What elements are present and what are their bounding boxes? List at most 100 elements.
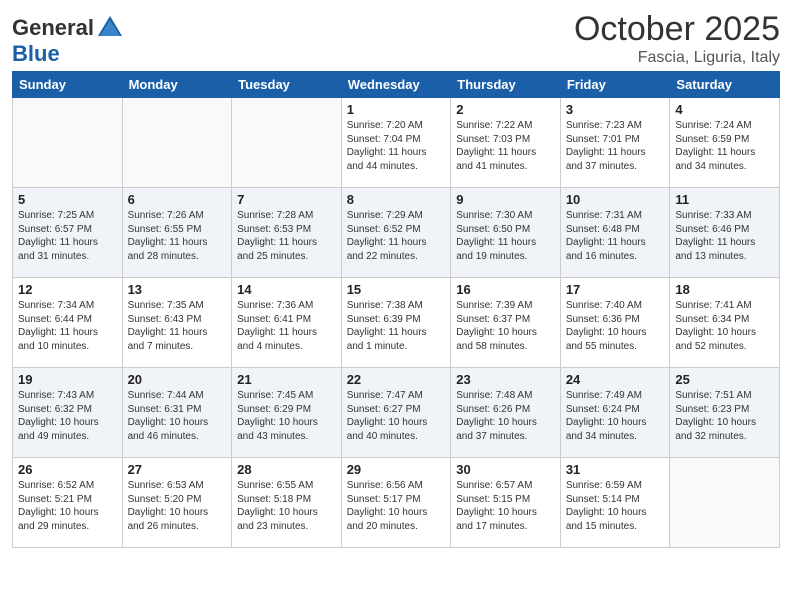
day-number: 16 — [456, 282, 555, 297]
calendar-cell: 6 Sunrise: 7:26 AM Sunset: 6:55 PM Daylig… — [122, 188, 232, 278]
calendar-cell: 11 Sunrise: 7:33 AM Sunset: 6:46 PM Dayli… — [670, 188, 780, 278]
day-info: Sunrise: 7:51 AM Sunset: 6:23 PM Dayligh… — [675, 389, 774, 443]
calendar-cell: 24 Sunrise: 7:49 AM Sunset: 6:24 PM Dayli… — [560, 368, 670, 458]
day-number: 21 — [237, 372, 336, 387]
day-number: 25 — [675, 372, 774, 387]
day-number: 24 — [566, 372, 665, 387]
day-number: 4 — [675, 102, 774, 117]
day-number: 15 — [347, 282, 446, 297]
calendar-cell: 8Sunrise: 7:29 AM Sunset: 6:52 PM Daylig… — [341, 188, 451, 278]
calendar-week-1: 1 Sunrise: 7:20 AM Sunset: 7:04 PM Daylig… — [13, 98, 780, 188]
day-info: Sunrise: 6:56 AM Sunset: 5:17 PM Dayligh… — [347, 479, 446, 533]
calendar-cell: 19 Sunrise: 7:43 AM Sunset: 6:32 PM Dayli… — [13, 368, 123, 458]
day-number: 29 — [347, 462, 446, 477]
calendar-cell: 15 Sunrise: 7:38 AM Sunset: 6:39 PM Dayli… — [341, 278, 451, 368]
day-info: Sunrise: 7:25 AM Sunset: 6:57 PM Dayligh… — [18, 209, 117, 263]
day-info: Sunrise: 7:48 AM Sunset: 6:26 PM Dayligh… — [456, 389, 555, 443]
logo-blue-text: Blue — [12, 42, 124, 66]
calendar-cell: 14 Sunrise: 7:36 AM Sunset: 6:41 PM Dayli… — [232, 278, 342, 368]
calendar-week-4: 19 Sunrise: 7:43 AM Sunset: 6:32 PM Dayli… — [13, 368, 780, 458]
day-info: Sunrise: 7:45 AM Sunset: 6:29 PM Dayligh… — [237, 389, 336, 443]
calendar-cell: 26 Sunrise: 6:52 AM Sunset: 5:21 PM Dayli… — [13, 458, 123, 548]
day-info: Sunrise: 7:20 AM Sunset: 7:04 PM Dayligh… — [347, 119, 446, 173]
calendar-cell: 1 Sunrise: 7:20 AM Sunset: 7:04 PM Daylig… — [341, 98, 451, 188]
day-info: Sunrise: 7:44 AM Sunset: 6:31 PM Dayligh… — [128, 389, 227, 443]
calendar-table: Sunday Monday Tuesday Wednesday Thursday… — [12, 71, 780, 548]
calendar-week-2: 5 Sunrise: 7:25 AM Sunset: 6:57 PM Daylig… — [13, 188, 780, 278]
calendar-cell — [122, 98, 232, 188]
day-info: Sunrise: 7:28 AM Sunset: 6:53 PM Dayligh… — [237, 209, 336, 263]
calendar-cell: 4 Sunrise: 7:24 AM Sunset: 6:59 PM Daylig… — [670, 98, 780, 188]
calendar-cell: 30 Sunrise: 6:57 AM Sunset: 5:15 PM Dayli… — [451, 458, 561, 548]
calendar-cell: 13 Sunrise: 7:35 AM Sunset: 6:43 PM Dayli… — [122, 278, 232, 368]
day-number: 17 — [566, 282, 665, 297]
day-info: Sunrise: 7:23 AM Sunset: 7:01 PM Dayligh… — [566, 119, 665, 173]
day-info: Sunrise: 6:59 AM Sunset: 5:14 PM Dayligh… — [566, 479, 665, 533]
day-number: 13 — [128, 282, 227, 297]
day-info: Sunrise: 7:43 AM Sunset: 6:32 PM Dayligh… — [18, 389, 117, 443]
day-number: 22 — [347, 372, 446, 387]
calendar-cell: 21 Sunrise: 7:45 AM Sunset: 6:29 PM Dayli… — [232, 368, 342, 458]
calendar-cell — [232, 98, 342, 188]
header: General Blue October 2025 Fascia, Liguri… — [12, 10, 780, 67]
day-number: 11 — [675, 192, 774, 207]
header-thursday: Thursday — [451, 72, 561, 98]
month-title: October 2025 — [574, 10, 780, 49]
calendar-cell: 28Sunrise: 6:55 AM Sunset: 5:18 PM Dayli… — [232, 458, 342, 548]
day-number: 31 — [566, 462, 665, 477]
calendar-cell — [13, 98, 123, 188]
day-info: Sunrise: 7:38 AM Sunset: 6:39 PM Dayligh… — [347, 299, 446, 353]
header-friday: Friday — [560, 72, 670, 98]
day-info: Sunrise: 7:29 AM Sunset: 6:52 PM Dayligh… — [347, 209, 446, 263]
day-number: 28 — [237, 462, 336, 477]
calendar-cell: 23Sunrise: 7:48 AM Sunset: 6:26 PM Dayli… — [451, 368, 561, 458]
calendar-week-3: 12Sunrise: 7:34 AM Sunset: 6:44 PM Dayli… — [13, 278, 780, 368]
calendar-cell: 29 Sunrise: 6:56 AM Sunset: 5:17 PM Dayli… — [341, 458, 451, 548]
day-info: Sunrise: 7:35 AM Sunset: 6:43 PM Dayligh… — [128, 299, 227, 353]
day-number: 19 — [18, 372, 117, 387]
day-info: Sunrise: 6:57 AM Sunset: 5:15 PM Dayligh… — [456, 479, 555, 533]
day-info: Sunrise: 7:33 AM Sunset: 6:46 PM Dayligh… — [675, 209, 774, 263]
header-wednesday: Wednesday — [341, 72, 451, 98]
header-tuesday: Tuesday — [232, 72, 342, 98]
day-number: 3 — [566, 102, 665, 117]
calendar-cell: 31 Sunrise: 6:59 AM Sunset: 5:14 PM Dayli… — [560, 458, 670, 548]
day-number: 7 — [237, 192, 336, 207]
day-number: 14 — [237, 282, 336, 297]
day-info: Sunrise: 7:39 AM Sunset: 6:37 PM Dayligh… — [456, 299, 555, 353]
title-block: October 2025 Fascia, Liguria, Italy — [574, 10, 780, 67]
day-info: Sunrise: 7:49 AM Sunset: 6:24 PM Dayligh… — [566, 389, 665, 443]
day-info: Sunrise: 7:22 AM Sunset: 7:03 PM Dayligh… — [456, 119, 555, 173]
day-info: Sunrise: 7:24 AM Sunset: 6:59 PM Dayligh… — [675, 119, 774, 173]
logo: General Blue — [12, 14, 124, 66]
calendar-cell: 7 Sunrise: 7:28 AM Sunset: 6:53 PM Daylig… — [232, 188, 342, 278]
day-info: Sunrise: 7:47 AM Sunset: 6:27 PM Dayligh… — [347, 389, 446, 443]
day-number: 27 — [128, 462, 227, 477]
day-info: Sunrise: 7:30 AM Sunset: 6:50 PM Dayligh… — [456, 209, 555, 263]
day-number: 1 — [347, 102, 446, 117]
day-number: 30 — [456, 462, 555, 477]
calendar-cell: 2 Sunrise: 7:22 AM Sunset: 7:03 PM Daylig… — [451, 98, 561, 188]
logo-general-text: General — [12, 16, 94, 40]
calendar-cell: 3 Sunrise: 7:23 AM Sunset: 7:01 PM Daylig… — [560, 98, 670, 188]
calendar-cell: 10 Sunrise: 7:31 AM Sunset: 6:48 PM Dayli… — [560, 188, 670, 278]
day-info: Sunrise: 7:34 AM Sunset: 6:44 PM Dayligh… — [18, 299, 117, 353]
day-number: 6 — [128, 192, 227, 207]
logo-icon — [96, 14, 124, 42]
day-number: 10 — [566, 192, 665, 207]
day-number: 26 — [18, 462, 117, 477]
day-info: Sunrise: 7:26 AM Sunset: 6:55 PM Dayligh… — [128, 209, 227, 263]
weekday-header-row: Sunday Monday Tuesday Wednesday Thursday… — [13, 72, 780, 98]
day-number: 5 — [18, 192, 117, 207]
header-monday: Monday — [122, 72, 232, 98]
day-info: Sunrise: 7:31 AM Sunset: 6:48 PM Dayligh… — [566, 209, 665, 263]
header-saturday: Saturday — [670, 72, 780, 98]
calendar-cell: 16 Sunrise: 7:39 AM Sunset: 6:37 PM Dayli… — [451, 278, 561, 368]
day-number: 2 — [456, 102, 555, 117]
day-number: 9 — [456, 192, 555, 207]
day-info: Sunrise: 7:36 AM Sunset: 6:41 PM Dayligh… — [237, 299, 336, 353]
day-number: 18 — [675, 282, 774, 297]
day-info: Sunrise: 7:40 AM Sunset: 6:36 PM Dayligh… — [566, 299, 665, 353]
day-info: Sunrise: 6:52 AM Sunset: 5:21 PM Dayligh… — [18, 479, 117, 533]
calendar-cell: 18Sunrise: 7:41 AM Sunset: 6:34 PM Dayli… — [670, 278, 780, 368]
